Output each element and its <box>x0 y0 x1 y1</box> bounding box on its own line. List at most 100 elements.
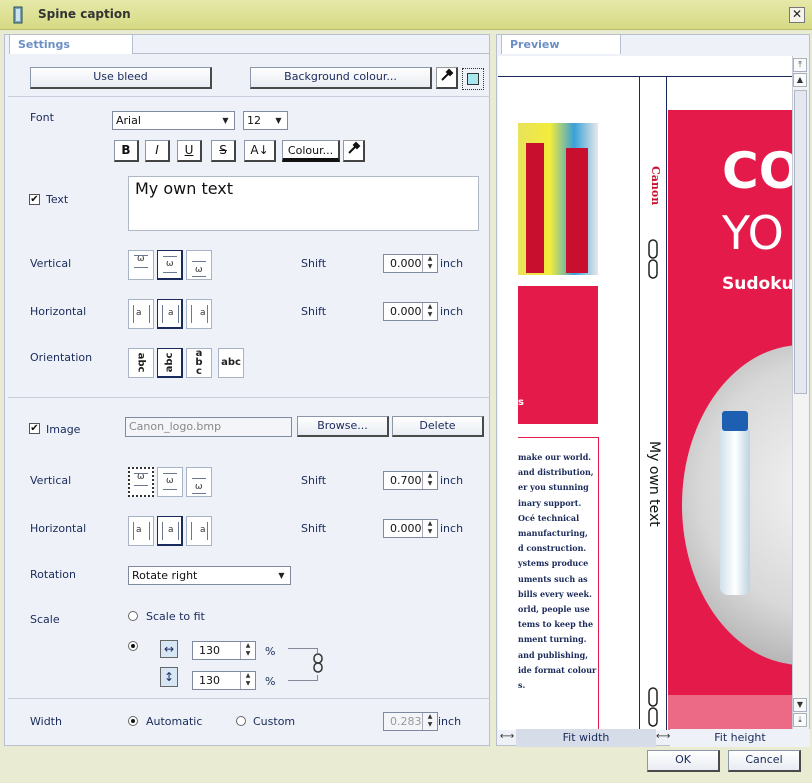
cancel-button[interactable]: Cancel <box>728 750 801 772</box>
use-bleed-button[interactable]: Use bleed <box>30 67 212 89</box>
background-swatch-button[interactable] <box>462 68 484 90</box>
bold-button[interactable]: B <box>114 140 139 162</box>
body-line: tems to keep the <box>518 619 594 630</box>
scroll-down-button[interactable]: ▼ <box>793 698 807 712</box>
spin-arrows-icon[interactable]: ▲ ▼ <box>422 520 437 537</box>
unit-label: inch <box>440 522 464 535</box>
orientation-rotate-right-button[interactable]: abc <box>128 348 154 378</box>
scale-custom-radio[interactable] <box>128 641 138 651</box>
width-arrows-icon: ↔ <box>160 640 178 658</box>
title-bar: Spine caption ✕ <box>0 0 812 30</box>
window-title: Spine caption <box>38 7 131 21</box>
preview-vertical-scrollbar[interactable]: ⤒ ▲ ▼ ⤓ <box>792 56 808 730</box>
text-vertical-shift-input[interactable]: 0.000 ▲ ▼ <box>383 254 438 273</box>
page-top-rule <box>498 76 792 77</box>
orientation-label: Orientation <box>30 351 93 364</box>
shift-value: 0.000 <box>390 257 422 270</box>
image-file-input[interactable]: Canon_logo.bmp <box>125 417 292 437</box>
delete-button[interactable]: Delete <box>392 416 484 437</box>
font-family-select[interactable]: Arial ▼ <box>112 111 235 130</box>
width-automatic-radio[interactable] <box>128 716 138 726</box>
width-custom-radio[interactable] <box>236 716 246 726</box>
scroll-thumb[interactable] <box>794 90 807 394</box>
fit-width-icon[interactable]: ⟷ <box>498 730 516 744</box>
fit-width-button[interactable]: Fit width <box>516 729 656 747</box>
text-checkbox-label: Text <box>46 193 69 206</box>
font-colour-button[interactable]: Colour... <box>282 140 340 162</box>
eyedropper-icon <box>347 141 360 154</box>
ok-button[interactable]: OK <box>647 750 720 772</box>
tab-settings[interactable]: Settings <box>9 34 133 54</box>
text-checkbox[interactable]: ✔ <box>29 194 40 205</box>
image-align-middle-button[interactable]: ω <box>157 467 183 497</box>
image-checkbox[interactable]: ✔ <box>29 423 40 434</box>
orientation-rotate-left-button[interactable]: abc <box>157 348 183 378</box>
image-horizontal-shift-input[interactable]: 0.000 ▲ ▼ <box>383 519 438 538</box>
width-custom-label: Custom <box>253 715 296 728</box>
image-align-bottom-button[interactable]: ω <box>186 467 212 497</box>
cover-headline-2: YO <box>722 206 784 260</box>
water-bottle <box>720 425 750 595</box>
scroll-up-button[interactable]: ▲ <box>793 73 807 87</box>
orientation-horizontal-button[interactable]: abc <box>218 348 244 378</box>
font-eyedropper-button[interactable] <box>343 140 365 162</box>
scroll-bottom-button[interactable]: ⤓ <box>793 713 807 727</box>
scroll-top-button[interactable]: ⤒ <box>793 58 807 72</box>
orientation-glyph: abc <box>164 352 175 373</box>
font-size-select[interactable]: 12 ▼ <box>243 111 288 130</box>
back-cover-red-block: s <box>518 286 598 424</box>
spin-arrows-icon[interactable]: ▲ ▼ <box>240 642 255 659</box>
width-value-input[interactable]: 0.283 ▲ ▼ <box>383 712 438 731</box>
text-align-center-button[interactable]: a <box>157 299 183 329</box>
scale-width-value: 130 <box>199 644 220 657</box>
eyedropper-button[interactable] <box>436 67 458 89</box>
image-vertical-shift-input[interactable]: 0.700 ▲ ▼ <box>383 471 438 490</box>
image-align-center-button[interactable]: a <box>157 516 183 546</box>
image-horizontal-shift-label: Shift <box>301 522 327 535</box>
rotation-select[interactable]: Rotate right ▼ <box>128 566 291 585</box>
spin-arrows-icon[interactable]: ▲ ▼ <box>240 672 255 689</box>
close-button[interactable]: ✕ <box>789 7 805 23</box>
caption-text-input[interactable]: My own text <box>128 176 479 231</box>
text-align-top-button[interactable]: ω <box>128 250 154 280</box>
scale-width-input[interactable]: 130 ▲ ▼ <box>192 641 256 660</box>
orientation-stacked-button[interactable]: abc <box>186 348 212 378</box>
body-line: bills every week. <box>518 588 592 599</box>
body-line: nment turning. <box>518 634 587 645</box>
text-horizontal-shift-input[interactable]: 0.000 ▲ ▼ <box>383 302 438 321</box>
fit-height-button[interactable]: Fit height <box>670 729 810 747</box>
front-cover: CO YO Sudoku <box>668 110 792 730</box>
spin-arrows-icon[interactable]: ▲ ▼ <box>422 713 437 730</box>
shift-value: 0.700 <box>390 474 422 487</box>
text-align-right-button[interactable]: a <box>186 299 212 329</box>
background-colour-button[interactable]: Background colour... <box>250 67 432 89</box>
image-horizontal-label: Horizontal <box>30 522 87 535</box>
spine-right-line <box>666 76 667 730</box>
spine-ring-top <box>647 238 659 282</box>
image-align-left-button[interactable]: a <box>128 516 154 546</box>
spin-arrows-icon[interactable]: ▲ ▼ <box>422 303 437 320</box>
text-size-button[interactable]: A↓ <box>244 140 276 162</box>
spin-arrows-icon[interactable]: ▲ ▼ <box>422 472 437 489</box>
tab-preview[interactable]: Preview <box>501 34 621 54</box>
unit-label: inch <box>440 305 464 318</box>
scale-height-input[interactable]: 130 ▲ ▼ <box>192 671 256 690</box>
strikethrough-button[interactable]: S <box>211 140 236 162</box>
spine-text-block: My own text <box>644 441 666 561</box>
italic-button[interactable]: I <box>145 140 170 162</box>
body-line: d construction. <box>518 543 587 554</box>
fit-height-icon[interactable]: ⟷ <box>656 730 670 744</box>
text-align-bottom-button[interactable]: ω <box>186 250 212 280</box>
scale-to-fit-radio[interactable] <box>128 611 138 621</box>
spin-arrows-icon[interactable]: ▲ ▼ <box>422 255 437 272</box>
chain-link-button[interactable] <box>308 653 328 675</box>
image-align-top-button[interactable]: ω <box>128 467 154 497</box>
text-align-left-button[interactable]: a <box>128 299 154 329</box>
body-line: and distribution, <box>518 467 594 478</box>
underline-button[interactable]: U <box>177 140 202 162</box>
image-align-right-button[interactable]: a <box>186 516 212 546</box>
browse-button[interactable]: Browse... <box>297 416 389 437</box>
body-line: ystems produce <box>518 558 589 569</box>
tab-divider <box>133 53 489 54</box>
text-align-middle-button[interactable]: ω <box>157 250 183 280</box>
